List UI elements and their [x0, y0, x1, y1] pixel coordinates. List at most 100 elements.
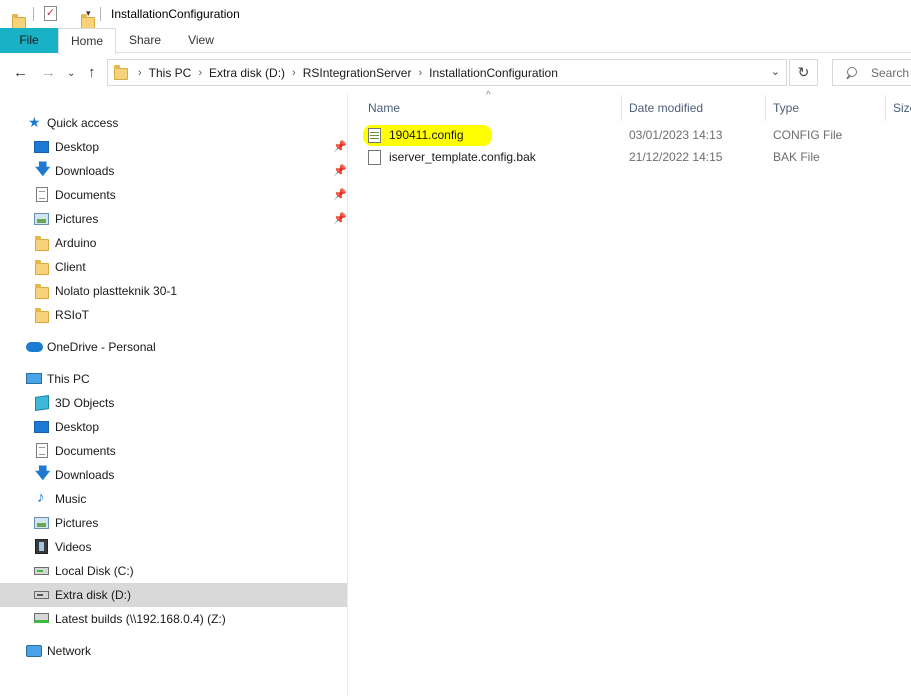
nav-pictures[interactable]: Pictures [0, 511, 347, 535]
nav-label: Nolato plastteknik 30-1 [55, 284, 178, 298]
pin-icon[interactable]: 📌 [333, 188, 347, 201]
nav-qa-downloads[interactable]: 🡇 Downloads 📌 [0, 159, 347, 183]
nav-label: Client [55, 260, 86, 274]
column-header-name[interactable]: Name [360, 93, 620, 123]
computer-icon [26, 373, 42, 384]
forward-arrow-icon[interactable]: → [41, 65, 56, 81]
network-icon [26, 645, 42, 657]
downloads-icon: 🡇 [35, 465, 51, 482]
pin-icon[interactable]: 📌 [333, 140, 347, 153]
properties-icon[interactable]: ✓ [44, 6, 57, 21]
recent-locations-icon[interactable]: ⌄ [67, 66, 75, 82]
folder-icon [35, 284, 49, 299]
tab-file[interactable]: File [0, 28, 58, 53]
nav-this-pc[interactable]: This PC [0, 367, 347, 391]
chevron-right-icon[interactable]: › [292, 67, 296, 79]
file-row[interactable]: 190411.config 03/01/2023 14:13 CONFIG Fi… [360, 125, 911, 146]
separator [33, 7, 34, 21]
desktop-icon [34, 421, 49, 433]
documents-icon [36, 443, 48, 458]
nav-qa-pictures[interactable]: Pictures 📌 [0, 207, 347, 231]
ribbon-tabs: File Home Share View [0, 28, 911, 54]
nav-network[interactable]: Network [0, 639, 347, 663]
file-type: CONFIG File [773, 128, 843, 142]
nav-music[interactable]: ♪ Music [0, 487, 347, 511]
chevron-right-icon[interactable]: › [418, 67, 422, 79]
nav-label: Downloads [55, 164, 115, 178]
title-bar: ✓ ▾ InstallationConfiguration [0, 0, 911, 29]
nav-label: Videos [55, 540, 92, 554]
folder-icon [35, 236, 49, 251]
refresh-icon[interactable]: ↻ [789, 59, 818, 86]
folder-icon [35, 308, 49, 323]
file-list: ^ Name Date modified Type Size 190411.co… [349, 90, 911, 696]
breadcrumb-extra-disk[interactable]: Extra disk (D:) [209, 66, 285, 80]
star-icon: ★ [28, 114, 41, 130]
breadcrumb-rsintegrationserver[interactable]: RSIntegrationServer [303, 66, 412, 80]
nav-label: Network [47, 644, 92, 658]
nav-downloads[interactable]: 🡇 Downloads [0, 463, 347, 487]
nav-label: Pictures [55, 212, 99, 226]
nav-local-disk-c[interactable]: Local Disk (C:) [0, 559, 347, 583]
pin-icon[interactable]: 📌 [333, 164, 347, 177]
separator [100, 7, 101, 21]
nav-quick-access[interactable]: ★ Quick access [0, 111, 347, 135]
file-date-modified: 03/01/2023 14:13 [629, 128, 723, 142]
back-arrow-icon[interactable]: ← [13, 65, 28, 81]
desktop-icon [34, 141, 49, 153]
address-bar[interactable]: › This PC › Extra disk (D:) › RSIntegrat… [107, 59, 787, 86]
nav-qa-nolato[interactable]: Nolato plastteknik 30-1 [0, 279, 347, 303]
chevron-right-icon[interactable]: › [138, 67, 142, 79]
file-name: 190411.config [389, 128, 464, 142]
nav-label: Quick access [47, 116, 119, 130]
nav-label: Downloads [55, 468, 115, 482]
nav-label: Documents [55, 444, 116, 458]
nav-qa-rsiot[interactable]: RSIoT [0, 303, 347, 327]
pin-icon[interactable]: 📌 [333, 212, 347, 225]
videos-icon [35, 539, 48, 554]
downloads-icon: 🡇 [35, 161, 51, 178]
disk-icon [34, 591, 49, 599]
nav-onedrive[interactable]: OneDrive - Personal [0, 335, 347, 359]
breadcrumb-installationconfiguration[interactable]: InstallationConfiguration [429, 66, 558, 80]
nav-desktop[interactable]: Desktop [0, 415, 347, 439]
nav-latest-builds-z[interactable]: Latest builds (\\192.168.0.4) (Z:) [0, 607, 347, 631]
navigation-bar: ← → ⌄ ↑ › This PC › Extra disk (D:) › RS… [0, 53, 911, 93]
chevron-down-icon[interactable]: ⌄ [771, 65, 780, 78]
column-header-type[interactable]: Type [765, 93, 885, 123]
nav-label: Pictures [55, 516, 99, 530]
customize-quick-access-icon[interactable]: ▾ [86, 8, 91, 19]
up-arrow-icon[interactable]: ↑ [88, 65, 96, 81]
nav-label: OneDrive - Personal [47, 340, 156, 354]
folder-icon [35, 260, 49, 275]
nav-qa-arduino[interactable]: Arduino [0, 231, 347, 255]
breadcrumb-this-pc[interactable]: This PC [149, 66, 192, 80]
nav-label: This PC [47, 372, 90, 386]
file-icon [368, 150, 381, 165]
music-icon: ♪ [37, 489, 45, 506]
tab-home[interactable]: Home [58, 28, 116, 54]
nav-label: Arduino [55, 236, 97, 250]
config-file-icon [368, 128, 381, 143]
search-input[interactable]: Search [832, 59, 911, 86]
nav-extra-disk-d[interactable]: Extra disk (D:) [0, 583, 347, 607]
nav-label: Desktop [55, 140, 100, 154]
nav-label: 3D Objects [55, 396, 115, 410]
3d-objects-icon [35, 395, 49, 411]
chevron-right-icon[interactable]: › [198, 67, 202, 79]
column-header-size[interactable]: Size [885, 93, 911, 123]
nav-qa-client[interactable]: Client [0, 255, 347, 279]
column-header-date-modified[interactable]: Date modified [621, 93, 765, 123]
nav-documents[interactable]: Documents [0, 439, 347, 463]
tab-view[interactable]: View [176, 28, 226, 53]
nav-label: Desktop [55, 420, 100, 434]
nav-qa-desktop[interactable]: Desktop 📌 [0, 135, 347, 159]
nav-label: Local Disk (C:) [55, 564, 134, 578]
file-row[interactable]: iserver_template.config.bak 21/12/2022 1… [360, 147, 911, 168]
nav-qa-documents[interactable]: Documents 📌 [0, 183, 347, 207]
nav-videos[interactable]: Videos [0, 535, 347, 559]
window-title: InstallationConfiguration [111, 7, 240, 21]
file-date-modified: 21/12/2022 14:15 [629, 150, 723, 164]
tab-share[interactable]: Share [118, 28, 172, 53]
nav-3d-objects[interactable]: 3D Objects [0, 391, 347, 415]
